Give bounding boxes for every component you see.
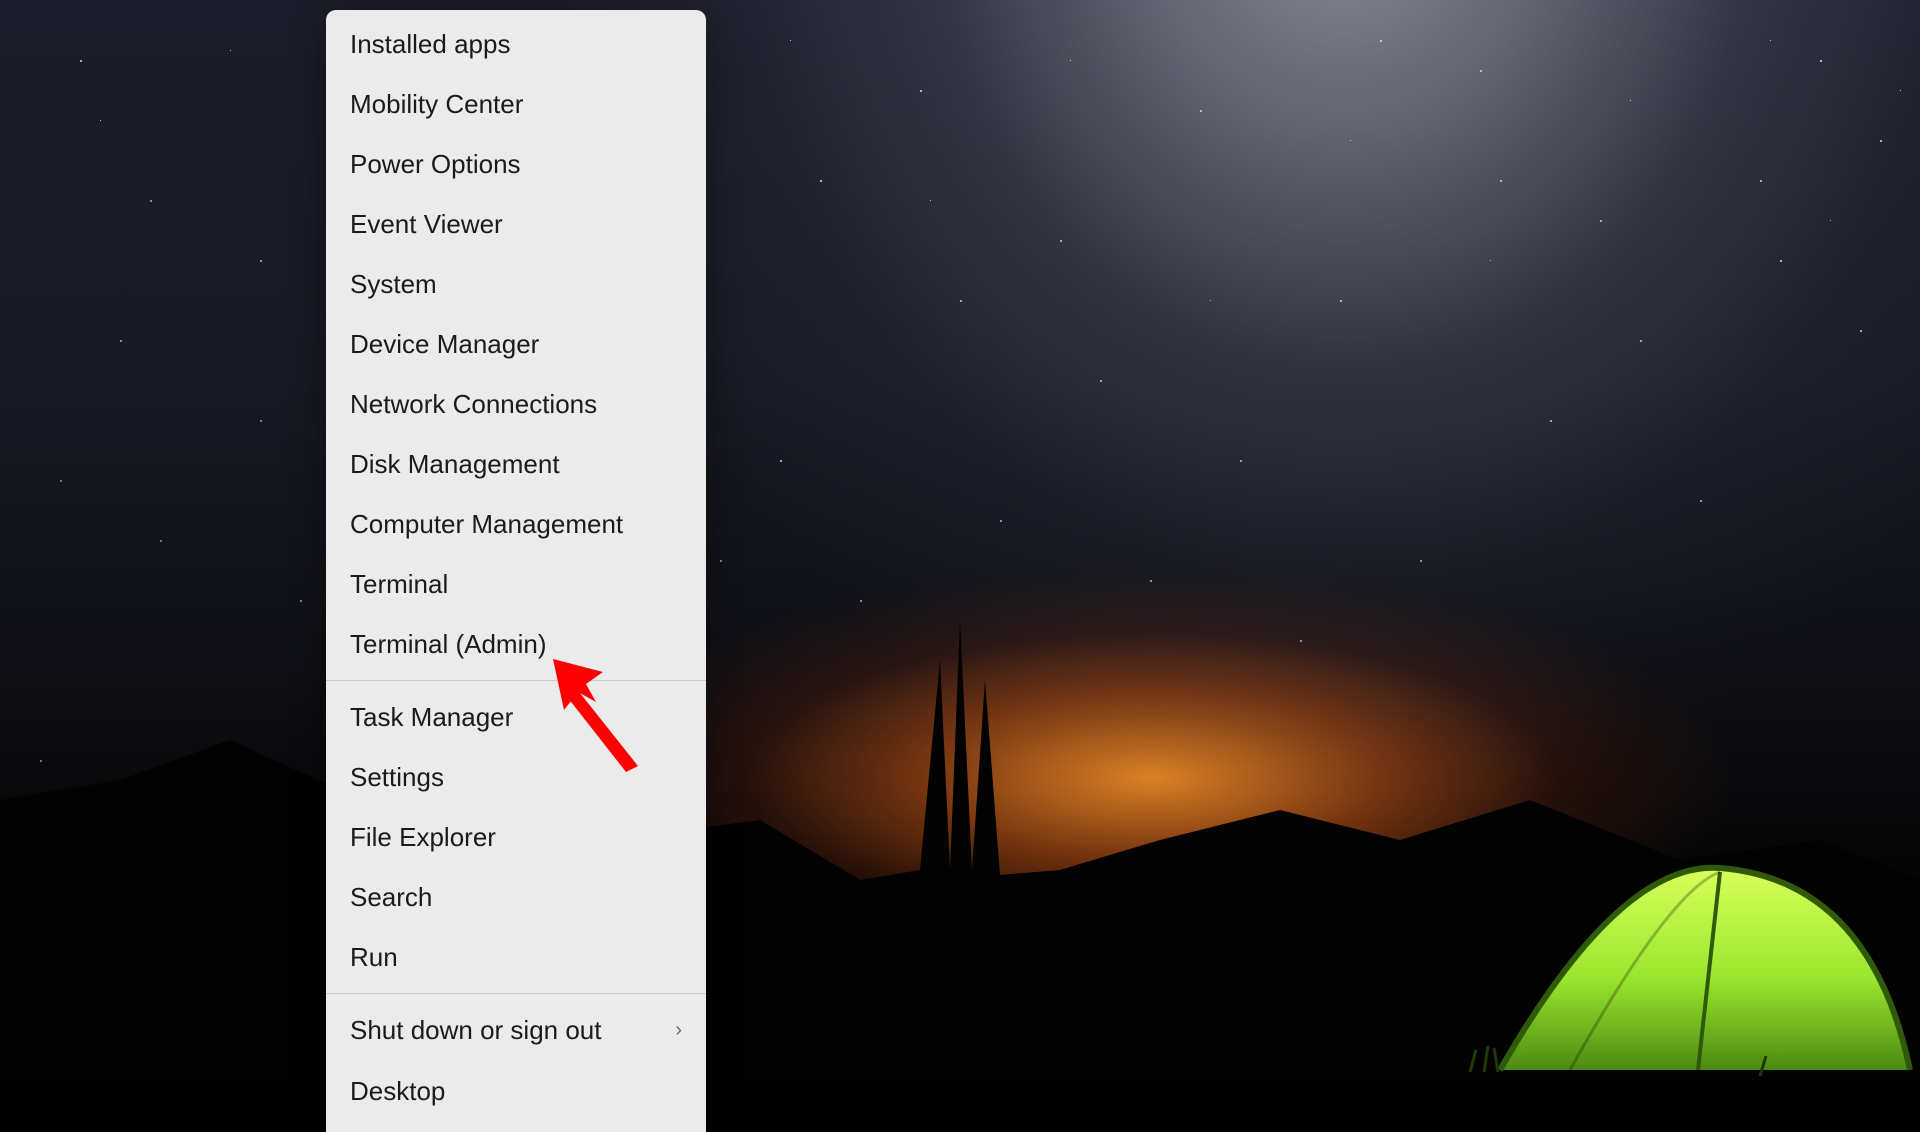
menu-item-label: Terminal (Admin)	[350, 631, 547, 657]
menu-item-search[interactable]: Search	[326, 867, 706, 927]
menu-section: Task Manager Settings File Explorer Search R…	[326, 683, 706, 991]
menu-item-label: Mobility Center	[350, 91, 523, 117]
menu-item-label: Power Options	[350, 151, 521, 177]
menu-item-event-viewer[interactable]: Event Viewer	[326, 194, 706, 254]
menu-item-file-explorer[interactable]: File Explorer	[326, 807, 706, 867]
desktop-wallpaper	[0, 0, 1920, 1080]
menu-item-label: Event Viewer	[350, 211, 503, 237]
menu-item-label: Task Manager	[350, 704, 513, 730]
menu-item-installed-apps[interactable]: Installed apps	[326, 14, 706, 74]
menu-item-settings[interactable]: Settings	[326, 747, 706, 807]
menu-item-desktop[interactable]: Desktop	[326, 1060, 706, 1128]
menu-item-label: File Explorer	[350, 824, 496, 850]
menu-item-label: Settings	[350, 764, 444, 790]
winx-context-menu[interactable]: Installed apps Mobility Center Power Optio…	[326, 10, 706, 1132]
menu-item-label: Device Manager	[350, 331, 539, 357]
menu-item-power-options[interactable]: Power Options	[326, 134, 706, 194]
menu-item-label: Desktop	[350, 1078, 445, 1104]
menu-item-system[interactable]: System	[326, 254, 706, 314]
menu-item-label: Disk Management	[350, 451, 560, 477]
menu-item-label: Installed apps	[350, 31, 510, 57]
menu-separator	[326, 680, 706, 681]
menu-item-label: Search	[350, 884, 432, 910]
menu-item-task-manager[interactable]: Task Manager	[326, 687, 706, 747]
menu-section: Shut down or sign out › Desktop	[326, 996, 706, 1132]
menu-item-label: Shut down or sign out	[350, 1017, 602, 1043]
menu-item-computer-management[interactable]: Computer Management	[326, 494, 706, 554]
menu-item-label: Terminal	[350, 571, 448, 597]
menu-item-mobility-center[interactable]: Mobility Center	[326, 74, 706, 134]
menu-item-label: System	[350, 271, 437, 297]
menu-item-terminal[interactable]: Terminal	[326, 554, 706, 614]
chevron-right-icon: ›	[675, 1020, 682, 1040]
menu-item-terminal-admin[interactable]: Terminal (Admin)	[326, 614, 706, 674]
menu-item-disk-management[interactable]: Disk Management	[326, 434, 706, 494]
menu-item-shut-down-sign-out[interactable]: Shut down or sign out ›	[326, 1000, 706, 1060]
menu-section: Installed apps Mobility Center Power Optio…	[326, 10, 706, 678]
menu-item-run[interactable]: Run	[326, 927, 706, 987]
menu-item-label: Computer Management	[350, 511, 623, 537]
menu-separator	[326, 993, 706, 994]
menu-item-label: Network Connections	[350, 391, 597, 417]
menu-item-label: Run	[350, 944, 398, 970]
menu-item-device-manager[interactable]: Device Manager	[326, 314, 706, 374]
menu-item-network-connections[interactable]: Network Connections	[326, 374, 706, 434]
